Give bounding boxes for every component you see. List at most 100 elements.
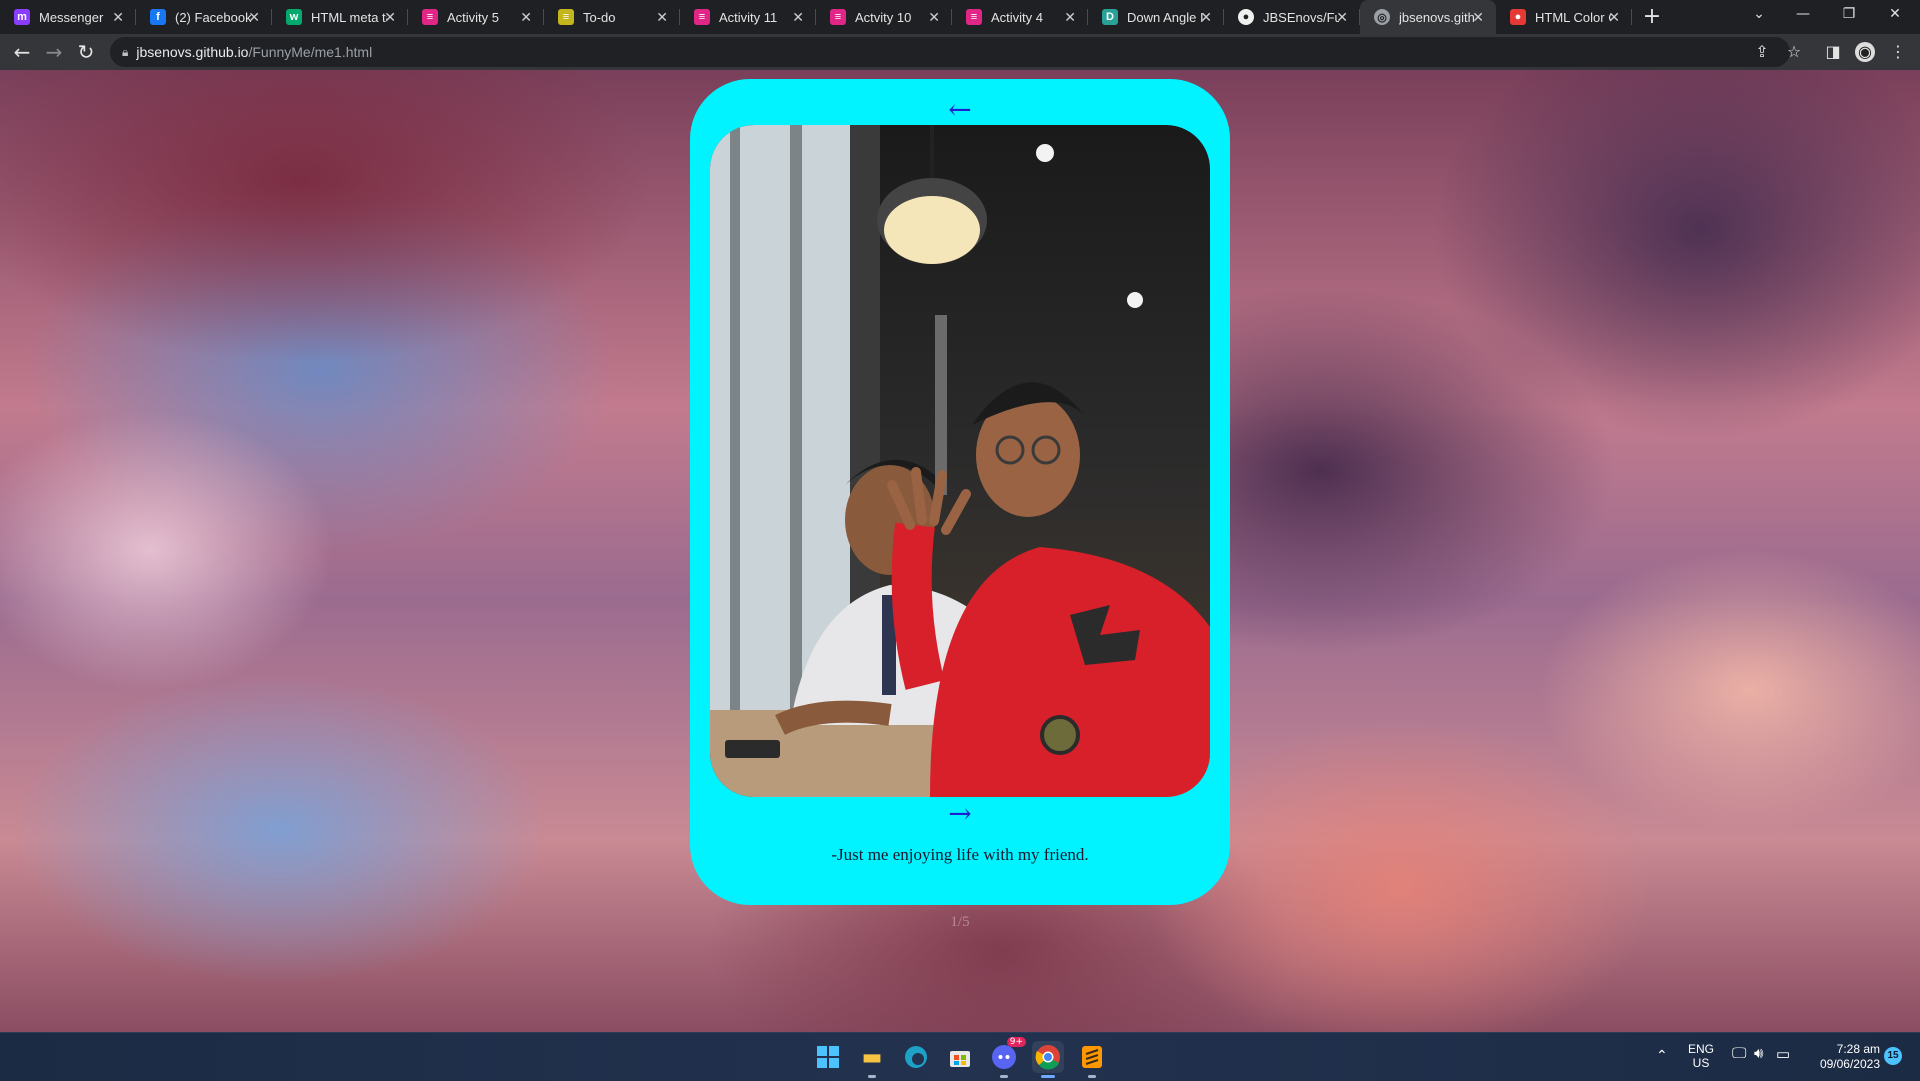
classroom-icon: ≡ [694,9,710,25]
back-button[interactable]: ← [6,36,38,68]
edge-browser-icon[interactable] [900,1041,932,1073]
menu-kebab-icon[interactable]: ⋮ [1888,42,1908,62]
photo-illustration [710,125,1210,797]
tab-search-icon[interactable]: ⌄ [1736,0,1782,30]
language-code: ENG [1688,1042,1715,1056]
sublime-text-icon[interactable] [1076,1041,1108,1078]
classroom-icon: ≡ [830,9,846,25]
close-tab-icon[interactable]: ✕ [656,9,668,26]
address-bar[interactable]: 🔒︎ jbsenovs.github.io/FunnyMe/me1.html [110,37,1790,67]
tab-title: (2) Facebook [175,9,251,25]
globe-icon: ◎ [1374,9,1390,25]
browser-tab[interactable]: ◎ jbsenovs.gith ✕ [1360,0,1496,34]
browser-tab[interactable]: f (2) Facebook ✕ [136,0,272,34]
close-tab-icon[interactable]: ✕ [112,9,124,26]
classroom-icon: ≡ [422,9,438,25]
tab-title: Activity 11 [719,9,778,25]
microsoft-store-icon[interactable] [944,1041,976,1073]
tab-title: Activity 5 [447,9,500,25]
facebook-icon: f [150,9,166,25]
close-tab-icon[interactable]: ✕ [248,9,260,26]
discord-notification-badge: 9+ [1006,1037,1026,1047]
bookmark-star-icon[interactable]: ☆ [1784,42,1804,62]
discord-icon[interactable]: 9+ [988,1037,1026,1078]
next-arrow-button[interactable]: → [690,799,1230,829]
close-tab-icon[interactable]: ✕ [520,9,532,26]
messenger-icon: m [14,9,30,25]
windows-logo-icon [817,1046,839,1068]
tab-separator [1631,9,1632,25]
clock-time: 7:28 am [1836,1042,1880,1056]
photo-caption: -Just me enjoying life with my friend. [831,845,1089,864]
windows-taskbar: ▬ 9+ ⌃ ENG US 🖵︎ 🔊︎ ▭ 7:28 am 09/06/2023… [0,1032,1920,1081]
browser-tab[interactable]: ≡ Actvity 10 ✕ [816,0,952,34]
close-tab-icon[interactable]: ✕ [1064,9,1076,26]
tab-title: HTML meta ta [311,9,387,25]
clock[interactable]: 7:28 am 09/06/2023 [1810,1042,1880,1072]
url-host: jbsenovs.github.io [136,44,249,60]
tab-title: To-do [583,9,616,25]
show-hidden-icons-chevron-icon[interactable]: ⌃ [1656,1047,1668,1064]
previous-arrow-button[interactable]: ← [690,95,1230,125]
reload-button[interactable]: ↻ [70,36,102,68]
tab-strip: m Messenger ✕ f (2) Facebook ✕ w HTML meta ta ✕ ≡… [0,0,1920,34]
url-path: /FunnyMe/me1.html [248,44,373,60]
photo-card: ← → -Just me enjoying life with my frien… [690,79,1230,905]
notification-count-badge[interactable]: 15 [1884,1047,1902,1065]
github-icon: ● [1238,9,1254,25]
close-tab-icon[interactable]: ✕ [384,9,396,26]
tab-title: jbsenovs.gith [1399,9,1475,25]
browser-toolbar: ← → ↻ 🔒︎ jbsenovs.github.io/FunnyMe/me1.… [0,34,1920,70]
classroom-icon: ≡ [966,9,982,25]
fontawesome-icon: D [1102,9,1118,25]
battery-icon[interactable]: ▭ [1776,1045,1790,1063]
chrome-browser-icon[interactable] [1032,1041,1064,1078]
browser-tab[interactable]: m Messenger ✕ [0,0,136,34]
close-tab-icon[interactable]: ✕ [1336,9,1348,26]
region-code: US [1692,1056,1710,1070]
close-tab-icon[interactable]: ✕ [1608,9,1620,26]
close-tab-icon[interactable]: ✕ [1200,9,1212,26]
close-tab-icon[interactable]: ✕ [1472,9,1484,26]
close-tab-icon[interactable]: ✕ [792,9,804,26]
minimize-button[interactable]: — [1780,0,1826,30]
reload-icon: ↻ [77,40,95,64]
side-panel-icon[interactable]: ◨ [1823,42,1843,62]
tab-title: Down Angle I [1127,9,1203,25]
volume-icon[interactable]: 🔊︎ [1754,1045,1763,1062]
tab-title: Messenger [39,9,104,25]
new-tab-button[interactable]: + [1632,0,1672,34]
lock-icon: 🔒︎ [122,44,129,59]
language-indicator[interactable]: ENG US [1688,1042,1714,1070]
browser-tab[interactable]: ≡ Activity 11 ✕ [680,0,816,34]
forward-button[interactable]: → [38,36,70,68]
arrow-right-icon: → [45,40,63,64]
photo-image [710,125,1210,797]
clock-date: 09/06/2023 [1819,1057,1880,1071]
htmlcolor-icon: ● [1510,9,1526,25]
tab-title: Activity 4 [991,9,1044,25]
browser-tab[interactable]: w HTML meta ta ✕ [272,0,408,34]
browser-tab[interactable]: ● HTML Color C ✕ [1496,0,1632,34]
file-explorer-icon[interactable]: ▬ [856,1041,888,1078]
page-viewport: ← → -Just me enjoying life with my frien… [0,70,1920,1032]
browser-tab[interactable]: D Down Angle I ✕ [1088,0,1224,34]
network-icon[interactable]: 🖵︎ [1732,1045,1746,1062]
close-tab-icon[interactable]: ✕ [928,9,940,26]
w3schools-icon: w [286,9,302,25]
browser-tab[interactable]: ≡ Activity 4 ✕ [952,0,1088,34]
close-window-button[interactable]: ✕ [1872,0,1918,30]
profile-avatar[interactable]: ◉ [1855,42,1875,62]
start-button[interactable] [812,1041,844,1073]
restore-button[interactable]: ❐ [1826,0,1872,30]
arrow-left-icon: ← [13,40,31,64]
browser-tab[interactable]: ● JBSEnovs/Fun✕ [1224,0,1360,34]
tab-title: Actvity 10 [855,9,912,25]
browser-tab[interactable]: ≡ To-do ✕ [544,0,680,34]
slide-counter: 1/5 [950,914,970,930]
tab-title: HTML Color C [1535,9,1611,25]
share-icon[interactable]: ⇪ [1752,42,1772,62]
classroom-icon: ≡ [558,9,574,25]
browser-tab[interactable]: ≡ Activity 5 ✕ [408,0,544,34]
tab-title: JBSEnovs/Fun [1263,9,1339,25]
